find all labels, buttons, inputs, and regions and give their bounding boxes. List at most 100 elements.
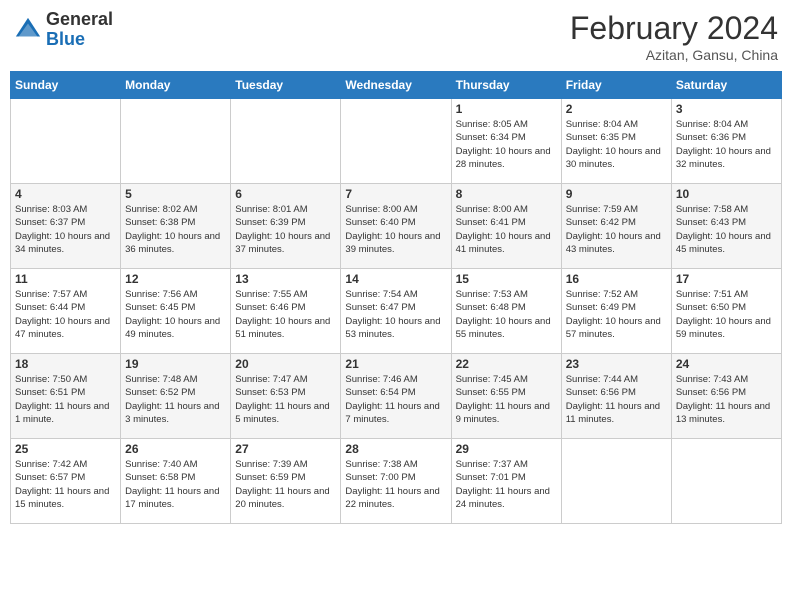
day-info: Sunrise: 8:04 AM Sunset: 6:35 PM Dayligh… bbox=[566, 118, 667, 171]
day-number: 13 bbox=[235, 272, 336, 286]
calendar-week-row: 11Sunrise: 7:57 AM Sunset: 6:44 PM Dayli… bbox=[11, 269, 782, 354]
day-info: Sunrise: 7:48 AM Sunset: 6:52 PM Dayligh… bbox=[125, 373, 226, 426]
day-info: Sunrise: 7:39 AM Sunset: 6:59 PM Dayligh… bbox=[235, 458, 336, 511]
day-info: Sunrise: 7:54 AM Sunset: 6:47 PM Dayligh… bbox=[345, 288, 446, 341]
day-number: 12 bbox=[125, 272, 226, 286]
day-number: 2 bbox=[566, 102, 667, 116]
day-number: 18 bbox=[15, 357, 116, 371]
day-info: Sunrise: 8:02 AM Sunset: 6:38 PM Dayligh… bbox=[125, 203, 226, 256]
day-info: Sunrise: 7:45 AM Sunset: 6:55 PM Dayligh… bbox=[456, 373, 557, 426]
calendar-cell: 3 Sunrise: 8:04 AM Sunset: 6:36 PM Daylig… bbox=[671, 99, 781, 184]
day-info: Sunrise: 7:44 AM Sunset: 6:56 PM Dayligh… bbox=[566, 373, 667, 426]
day-info: Sunrise: 7:42 AM Sunset: 6:57 PM Dayligh… bbox=[15, 458, 116, 511]
day-number: 28 bbox=[345, 442, 446, 456]
month-title: February 2024 bbox=[570, 10, 778, 47]
calendar-cell: 2 Sunrise: 8:04 AM Sunset: 6:35 PM Daylig… bbox=[561, 99, 671, 184]
calendar-cell bbox=[561, 439, 671, 524]
day-number: 14 bbox=[345, 272, 446, 286]
day-info: Sunrise: 8:05 AM Sunset: 6:34 PM Dayligh… bbox=[456, 118, 557, 171]
calendar-cell: 16 Sunrise: 7:52 AM Sunset: 6:49 PM Dayli… bbox=[561, 269, 671, 354]
day-number: 9 bbox=[566, 187, 667, 201]
calendar-cell bbox=[341, 99, 451, 184]
calendar-cell: 24Sunrise: 7:43 AM Sunset: 6:56 PM Dayli… bbox=[671, 354, 781, 439]
calendar-cell: 12 Sunrise: 7:56 AM Sunset: 6:45 PM Dayli… bbox=[121, 269, 231, 354]
calendar-header-tuesday: Tuesday bbox=[231, 72, 341, 99]
day-number: 21 bbox=[345, 357, 446, 371]
day-number: 8 bbox=[456, 187, 557, 201]
calendar-header-monday: Monday bbox=[121, 72, 231, 99]
calendar-cell: 19Sunrise: 7:48 AM Sunset: 6:52 PM Dayli… bbox=[121, 354, 231, 439]
day-number: 4 bbox=[15, 187, 116, 201]
day-info: Sunrise: 7:55 AM Sunset: 6:46 PM Dayligh… bbox=[235, 288, 336, 341]
day-info: Sunrise: 7:53 AM Sunset: 6:48 PM Dayligh… bbox=[456, 288, 557, 341]
calendar-cell: 10Sunrise: 7:58 AM Sunset: 6:43 PM Dayli… bbox=[671, 184, 781, 269]
day-number: 22 bbox=[456, 357, 557, 371]
logo-icon bbox=[14, 16, 42, 44]
calendar-cell: 6Sunrise: 8:01 AM Sunset: 6:39 PM Daylig… bbox=[231, 184, 341, 269]
day-number: 15 bbox=[456, 272, 557, 286]
day-number: 1 bbox=[456, 102, 557, 116]
day-number: 25 bbox=[15, 442, 116, 456]
calendar-cell: 9 Sunrise: 7:59 AM Sunset: 6:42 PM Daylig… bbox=[561, 184, 671, 269]
calendar-cell bbox=[231, 99, 341, 184]
day-info: Sunrise: 7:56 AM Sunset: 6:45 PM Dayligh… bbox=[125, 288, 226, 341]
calendar-cell: 27 Sunrise: 7:39 AM Sunset: 6:59 PM Dayli… bbox=[231, 439, 341, 524]
day-info: Sunrise: 7:47 AM Sunset: 6:53 PM Dayligh… bbox=[235, 373, 336, 426]
calendar-cell: 28Sunrise: 7:38 AM Sunset: 7:00 PM Dayli… bbox=[341, 439, 451, 524]
calendar-cell: 22 Sunrise: 7:45 AM Sunset: 6:55 PM Dayli… bbox=[451, 354, 561, 439]
logo-general-text: General bbox=[46, 9, 113, 29]
calendar-cell: 13 Sunrise: 7:55 AM Sunset: 6:46 PM Dayli… bbox=[231, 269, 341, 354]
calendar-cell: 26Sunrise: 7:40 AM Sunset: 6:58 PM Dayli… bbox=[121, 439, 231, 524]
calendar-cell bbox=[11, 99, 121, 184]
calendar-cell: 1 Sunrise: 8:05 AM Sunset: 6:34 PM Daylig… bbox=[451, 99, 561, 184]
calendar-cell bbox=[121, 99, 231, 184]
day-info: Sunrise: 8:00 AM Sunset: 6:40 PM Dayligh… bbox=[345, 203, 446, 256]
calendar-header-thursday: Thursday bbox=[451, 72, 561, 99]
calendar-week-row: 1 Sunrise: 8:05 AM Sunset: 6:34 PM Daylig… bbox=[11, 99, 782, 184]
page-header: General Blue February 2024 Azitan, Gansu… bbox=[10, 10, 782, 63]
location: Azitan, Gansu, China bbox=[570, 47, 778, 63]
calendar-cell: 15 Sunrise: 7:53 AM Sunset: 6:48 PM Dayli… bbox=[451, 269, 561, 354]
day-number: 27 bbox=[235, 442, 336, 456]
day-number: 10 bbox=[676, 187, 777, 201]
calendar-cell: 17 Sunrise: 7:51 AM Sunset: 6:50 PM Dayli… bbox=[671, 269, 781, 354]
day-number: 20 bbox=[235, 357, 336, 371]
calendar-cell: 8 Sunrise: 8:00 AM Sunset: 6:41 PM Daylig… bbox=[451, 184, 561, 269]
calendar-header-friday: Friday bbox=[561, 72, 671, 99]
day-info: Sunrise: 7:51 AM Sunset: 6:50 PM Dayligh… bbox=[676, 288, 777, 341]
day-info: Sunrise: 7:37 AM Sunset: 7:01 PM Dayligh… bbox=[456, 458, 557, 511]
calendar-week-row: 25 Sunrise: 7:42 AM Sunset: 6:57 PM Dayli… bbox=[11, 439, 782, 524]
day-number: 11 bbox=[15, 272, 116, 286]
day-info: Sunrise: 7:50 AM Sunset: 6:51 PM Dayligh… bbox=[15, 373, 116, 426]
day-info: Sunrise: 8:04 AM Sunset: 6:36 PM Dayligh… bbox=[676, 118, 777, 171]
calendar-week-row: 4 Sunrise: 8:03 AM Sunset: 6:37 PM Daylig… bbox=[11, 184, 782, 269]
calendar-header-sunday: Sunday bbox=[11, 72, 121, 99]
day-number: 29 bbox=[456, 442, 557, 456]
calendar-cell: 4 Sunrise: 8:03 AM Sunset: 6:37 PM Daylig… bbox=[11, 184, 121, 269]
day-info: Sunrise: 8:03 AM Sunset: 6:37 PM Dayligh… bbox=[15, 203, 116, 256]
calendar-header-saturday: Saturday bbox=[671, 72, 781, 99]
title-area: February 2024 Azitan, Gansu, China bbox=[570, 10, 778, 63]
calendar-header-row: SundayMondayTuesdayWednesdayThursdayFrid… bbox=[11, 72, 782, 99]
calendar-cell: 20 Sunrise: 7:47 AM Sunset: 6:53 PM Dayli… bbox=[231, 354, 341, 439]
day-number: 3 bbox=[676, 102, 777, 116]
day-info: Sunrise: 7:46 AM Sunset: 6:54 PM Dayligh… bbox=[345, 373, 446, 426]
logo-text: General Blue bbox=[46, 10, 113, 50]
calendar-table: SundayMondayTuesdayWednesdayThursdayFrid… bbox=[10, 71, 782, 524]
calendar-cell: 29 Sunrise: 7:37 AM Sunset: 7:01 PM Dayli… bbox=[451, 439, 561, 524]
day-number: 17 bbox=[676, 272, 777, 286]
calendar-cell: 21 Sunrise: 7:46 AM Sunset: 6:54 PM Dayli… bbox=[341, 354, 451, 439]
calendar-week-row: 18 Sunrise: 7:50 AM Sunset: 6:51 PM Dayli… bbox=[11, 354, 782, 439]
day-info: Sunrise: 7:52 AM Sunset: 6:49 PM Dayligh… bbox=[566, 288, 667, 341]
day-info: Sunrise: 7:59 AM Sunset: 6:42 PM Dayligh… bbox=[566, 203, 667, 256]
day-number: 23 bbox=[566, 357, 667, 371]
day-number: 5 bbox=[125, 187, 226, 201]
logo: General Blue bbox=[14, 10, 113, 50]
day-info: Sunrise: 7:43 AM Sunset: 6:56 PM Dayligh… bbox=[676, 373, 777, 426]
day-info: Sunrise: 7:40 AM Sunset: 6:58 PM Dayligh… bbox=[125, 458, 226, 511]
calendar-cell: 11Sunrise: 7:57 AM Sunset: 6:44 PM Dayli… bbox=[11, 269, 121, 354]
day-info: Sunrise: 8:01 AM Sunset: 6:39 PM Dayligh… bbox=[235, 203, 336, 256]
logo-blue-text: Blue bbox=[46, 29, 85, 49]
day-number: 16 bbox=[566, 272, 667, 286]
day-info: Sunrise: 8:00 AM Sunset: 6:41 PM Dayligh… bbox=[456, 203, 557, 256]
